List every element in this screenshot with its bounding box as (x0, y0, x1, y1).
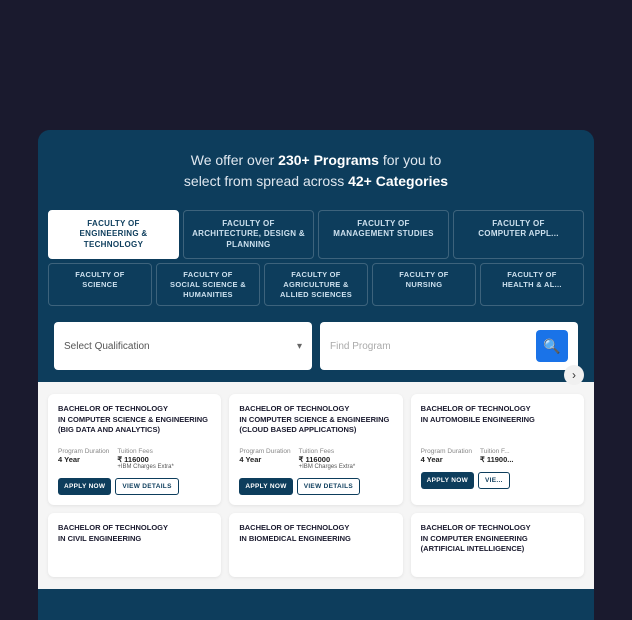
card-3-meta: Program Duration 4 Year Tuition F... ₹ 1… (421, 448, 574, 464)
chevron-down-icon: ▾ (297, 341, 302, 352)
header-section: We offer over 230+ Programs for you to s… (38, 130, 594, 210)
cards-section: › BACHELOR OF TECHNOLOGYIN COMPUTER SCIE… (38, 382, 594, 589)
program-placeholder: Find Program (330, 341, 391, 352)
card-2-view-button[interactable]: VIEW DETAILS (297, 478, 360, 495)
card-2-fee: Tuition Fees ₹ 116000 +IBM Charges Extra… (299, 448, 356, 470)
card-3-fee-label: Tuition F... (480, 448, 514, 455)
card-2-fee-label: Tuition Fees (299, 448, 356, 455)
card-1-duration: Program Duration 4 Year (58, 448, 109, 470)
tab-science[interactable]: FACULTY OFSCIENCE (48, 263, 152, 306)
card-1-title: BACHELOR OF TECHNOLOGYIN COMPUTER SCIENC… (58, 404, 211, 440)
card-2-fee-value: ₹ 116000 (299, 455, 356, 464)
card-biomedical: BACHELOR OF TECHNOLOGYIN BIOMEDICAL ENGI… (229, 513, 402, 577)
header-bold-1: 230+ Programs (278, 152, 379, 168)
screen: We offer over 230+ Programs for you to s… (38, 130, 594, 620)
card-3-duration-label: Program Duration (421, 448, 472, 455)
card-2-fee-extra: +IBM Charges Extra* (299, 464, 356, 470)
card-3-duration: Program Duration 4 Year (421, 448, 472, 464)
header-prefix-1: We offer over (191, 152, 278, 168)
program-search[interactable]: Find Program 🔍 (320, 322, 578, 370)
card-3-view-button[interactable]: VIE... (478, 472, 510, 489)
card-2-buttons: APPLY NOW VIEW DETAILS (239, 478, 392, 495)
card-civil: BACHELOR OF TECHNOLOGYIN CIVIL ENGINEERI… (48, 513, 221, 577)
tab-management[interactable]: FACULTY OFMANAGEMENT STUDIES (318, 210, 449, 259)
card-2-title: BACHELOR OF TECHNOLOGYIN COMPUTER SCIENC… (239, 404, 392, 440)
card-3-fee: Tuition F... ₹ 11900... (480, 448, 514, 464)
card-1-buttons: APPLY NOW VIEW DETAILS (58, 478, 211, 495)
card-ai: BACHELOR OF TECHNOLOGYIN COMPUTER ENGINE… (411, 513, 584, 577)
card-2-duration-label: Program Duration (239, 448, 290, 455)
tab-social-science[interactable]: FACULTY OFSOCIAL SCIENCE & HUMANITIES (156, 263, 260, 306)
cards-row-1: BACHELOR OF TECHNOLOGYIN COMPUTER SCIENC… (48, 394, 584, 505)
card-2-meta: Program Duration 4 Year Tuition Fees ₹ 1… (239, 448, 392, 470)
card-1-duration-value: 4 Year (58, 455, 109, 464)
card-3-title: BACHELOR OF TECHNOLOGYIN AUTOMOBILE ENGI… (421, 404, 574, 440)
tab-engineering-technology[interactable]: FACULTY OFENGINEERING & TECHNOLOGY (48, 210, 179, 259)
header-bold-2: 42+ Categories (348, 173, 448, 189)
card-biomedical-title: BACHELOR OF TECHNOLOGYIN BIOMEDICAL ENGI… (239, 523, 392, 559)
tabs-row-1: FACULTY OFENGINEERING & TECHNOLOGY FACUL… (38, 210, 594, 259)
card-1-fee-extra: +IBM Charges Extra* (117, 464, 174, 470)
card-1-fee-label: Tuition Fees (117, 448, 174, 455)
card-1-duration-label: Program Duration (58, 448, 109, 455)
card-2-duration: Program Duration 4 Year (239, 448, 290, 470)
cards-row-2: BACHELOR OF TECHNOLOGYIN CIVIL ENGINEERI… (48, 513, 584, 577)
card-2-duration-value: 4 Year (239, 455, 290, 464)
card-big-data: BACHELOR OF TECHNOLOGYIN COMPUTER SCIENC… (48, 394, 221, 505)
card-1-apply-button[interactable]: APPLY NOW (58, 478, 111, 495)
search-icon[interactable]: 🔍 (536, 330, 568, 362)
tabs-row-2: FACULTY OFSCIENCE FACULTY OFSOCIAL SCIEN… (38, 259, 594, 314)
tab-agriculture[interactable]: FACULTY OFAGRICULTURE & ALLIED SCIENCES (264, 263, 368, 306)
tab-computer-appl[interactable]: FACULTY OFCOMPUTER APPL... (453, 210, 584, 259)
card-3-duration-value: 4 Year (421, 455, 472, 464)
tab-health[interactable]: FACULTY OFHEALTH & AL... (480, 263, 584, 306)
card-1-fee: Tuition Fees ₹ 116000 +IBM Charges Extra… (117, 448, 174, 470)
card-1-view-button[interactable]: VIEW DETAILS (115, 478, 178, 495)
qualification-placeholder: Select Qualification (64, 341, 150, 352)
header-prefix-2: select from spread across (184, 173, 348, 189)
header-suffix-1: for you to (379, 152, 441, 168)
card-civil-title: BACHELOR OF TECHNOLOGYIN CIVIL ENGINEERI… (58, 523, 211, 559)
right-nav-arrow[interactable]: › (564, 382, 584, 385)
tab-nursing[interactable]: FACULTY OFNURSING (372, 263, 476, 306)
card-3-buttons: APPLY NOW VIE... (421, 472, 574, 489)
card-cloud: BACHELOR OF TECHNOLOGYIN COMPUTER SCIENC… (229, 394, 402, 505)
qualification-select[interactable]: Select Qualification ▾ (54, 322, 312, 370)
top-dark-area (0, 0, 632, 130)
card-ai-title: BACHELOR OF TECHNOLOGYIN COMPUTER ENGINE… (421, 523, 574, 559)
search-bar: Select Qualification ▾ Find Program 🔍 (38, 314, 594, 382)
card-automobile: BACHELOR OF TECHNOLOGYIN AUTOMOBILE ENGI… (411, 394, 584, 505)
header-text: We offer over 230+ Programs for you to s… (68, 150, 564, 192)
device-frame: We offer over 230+ Programs for you to s… (0, 0, 632, 620)
card-1-meta: Program Duration 4 Year Tuition Fees ₹ 1… (58, 448, 211, 470)
tab-architecture[interactable]: FACULTY OFARCHITECTURE, DESIGN & PLANNIN… (183, 210, 314, 259)
card-3-fee-value: ₹ 11900... (480, 455, 514, 464)
card-3-apply-button[interactable]: APPLY NOW (421, 472, 474, 489)
card-2-apply-button[interactable]: APPLY NOW (239, 478, 292, 495)
card-1-fee-value: ₹ 116000 (117, 455, 174, 464)
